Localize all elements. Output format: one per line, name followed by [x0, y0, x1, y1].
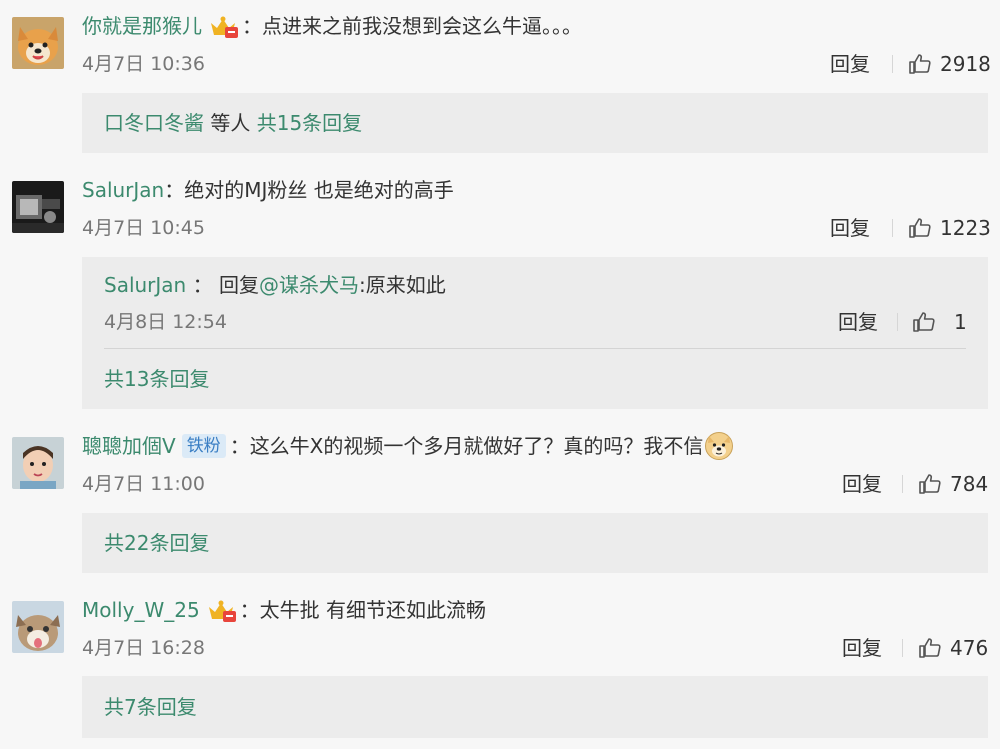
- comment-meta: 4月7日 11:00 回复 784: [82, 470, 988, 498]
- thumbs-up-icon: [909, 218, 931, 238]
- comment-time: 4月7日 11:00: [82, 473, 205, 495]
- replies-box: 口冬口冬酱 等人 共15条回复: [82, 93, 988, 153]
- divider: [897, 313, 898, 331]
- like-count: 1223: [940, 216, 991, 240]
- avatar[interactable]: [12, 437, 64, 489]
- reply-button[interactable]: 回复: [830, 50, 870, 78]
- vip-crown-icon: [206, 599, 238, 623]
- comment-item: SalurJan ： 绝对的MJ粉丝 也是绝对的高手 4月7日 10:45 回复…: [0, 160, 1000, 415]
- reply-button[interactable]: 回复: [838, 308, 878, 336]
- comment-line: Molly_W_25 ： 太牛批 有细节还如此流畅: [82, 596, 486, 624]
- comment-item: 聰聰加個V 铁粉 ： 这么牛X的视频一个多月就做好了？真的吗？我不信 4月7日 …: [0, 415, 1000, 580]
- comment-item: 你就是那猴儿 ： 点进来之前我没想到会这么牛逼。。。 4月7日 10:36 回复…: [0, 0, 1000, 160]
- reply-count-link[interactable]: 共15条回复: [257, 111, 362, 135]
- divider: [892, 55, 893, 73]
- thumbs-up-icon: [909, 54, 931, 74]
- nested-reply-line: SalurJan ： 回复@谋杀犬马:原来如此: [104, 271, 446, 299]
- reply-others-text: 等人: [210, 111, 251, 135]
- replies-box: SalurJan ： 回复@谋杀犬马:原来如此 4月8日 12:54 回复 1 …: [82, 257, 988, 409]
- comment-line: 你就是那猴儿 ： 点进来之前我没想到会这么牛逼。。。: [82, 12, 582, 40]
- like-count: 2918: [940, 52, 991, 76]
- replies-box: 共7条回复: [82, 676, 988, 738]
- reply-count-link[interactable]: 共13条回复: [104, 365, 209, 393]
- avatar[interactable]: [12, 17, 64, 69]
- thumbs-up-icon: [919, 474, 941, 494]
- reply-button[interactable]: 回复: [842, 470, 882, 498]
- like-button[interactable]: 1: [912, 308, 967, 336]
- like-count: 1: [954, 310, 967, 334]
- comment-item: Molly_W_25 ： 太牛批 有细节还如此流畅 4月7日 16:28 回复 …: [0, 580, 1000, 749]
- username-link[interactable]: SalurJan: [82, 176, 164, 204]
- comment-time: 4月7日 10:36: [82, 53, 205, 75]
- comment-text: 这么牛X的视频一个多月就做好了？真的吗？我不信: [249, 434, 704, 458]
- like-button[interactable]: 784: [918, 470, 988, 498]
- colon-separator: ：: [229, 434, 250, 458]
- username-link[interactable]: Molly_W_25: [82, 596, 200, 624]
- divider: [892, 219, 893, 237]
- username-link[interactable]: 聰聰加個V: [82, 432, 176, 460]
- reply-count-link[interactable]: 共22条回复: [104, 529, 209, 557]
- comment-meta: 4月7日 16:28 回复 476: [82, 634, 988, 662]
- nested-username-link[interactable]: SalurJan: [104, 273, 186, 297]
- reply-count-link[interactable]: 共7条回复: [104, 693, 197, 721]
- colon-separator: ：: [192, 273, 213, 297]
- avatar[interactable]: [12, 181, 64, 233]
- nested-reply-time: 4月8日 12:54: [104, 311, 227, 333]
- mention-link[interactable]: @谋杀犬马: [259, 273, 359, 297]
- like-count: 784: [950, 472, 989, 496]
- comment-meta: 4月7日 10:36 回复 2918: [82, 50, 991, 78]
- username-link[interactable]: 你就是那猴儿: [82, 12, 202, 40]
- reply-button[interactable]: 回复: [842, 634, 882, 662]
- comment-text: 绝对的MJ粉丝 也是绝对的高手: [184, 178, 454, 202]
- replies-summary: 口冬口冬酱 等人 共15条回复: [104, 109, 362, 137]
- comment-time: 4月7日 16:28: [82, 637, 205, 659]
- divider: [902, 475, 903, 493]
- replies-box: 共22条回复: [82, 513, 988, 573]
- divider: [902, 639, 903, 657]
- divider: [104, 348, 966, 349]
- doge-emoji-icon: [704, 431, 734, 461]
- like-button[interactable]: 2918: [908, 50, 991, 78]
- like-button[interactable]: 1223: [908, 214, 991, 242]
- thumbs-up-icon: [913, 312, 935, 332]
- colon-separator: ：: [164, 178, 185, 202]
- reply-user-link[interactable]: 口冬口冬酱: [104, 111, 204, 135]
- fan-badge: 铁粉: [181, 434, 226, 458]
- thumbs-up-icon: [919, 638, 941, 658]
- comment-meta: 4月7日 10:45 回复 1223: [82, 214, 991, 242]
- comment-time: 4月7日 10:45: [82, 217, 205, 239]
- nested-reply-text: :原来如此: [358, 273, 446, 297]
- comment-text: 点进来之前我没想到会这么牛逼。。。: [262, 14, 582, 38]
- avatar[interactable]: [12, 601, 64, 653]
- like-count: 476: [950, 636, 989, 660]
- vip-crown-icon: [208, 15, 240, 39]
- reply-button[interactable]: 回复: [830, 214, 870, 242]
- nested-reply-meta: 4月8日 12:54 回复 1: [104, 308, 967, 336]
- colon-separator: ：: [242, 14, 262, 38]
- comment-line: SalurJan ： 绝对的MJ粉丝 也是绝对的高手: [82, 176, 454, 204]
- like-button[interactable]: 476: [918, 634, 988, 662]
- comment-line: 聰聰加個V 铁粉 ： 这么牛X的视频一个多月就做好了？真的吗？我不信: [82, 432, 734, 460]
- reply-prefix: 回复: [218, 273, 259, 297]
- colon-separator: ：: [239, 598, 260, 622]
- comment-text: 太牛批 有细节还如此流畅: [259, 598, 487, 622]
